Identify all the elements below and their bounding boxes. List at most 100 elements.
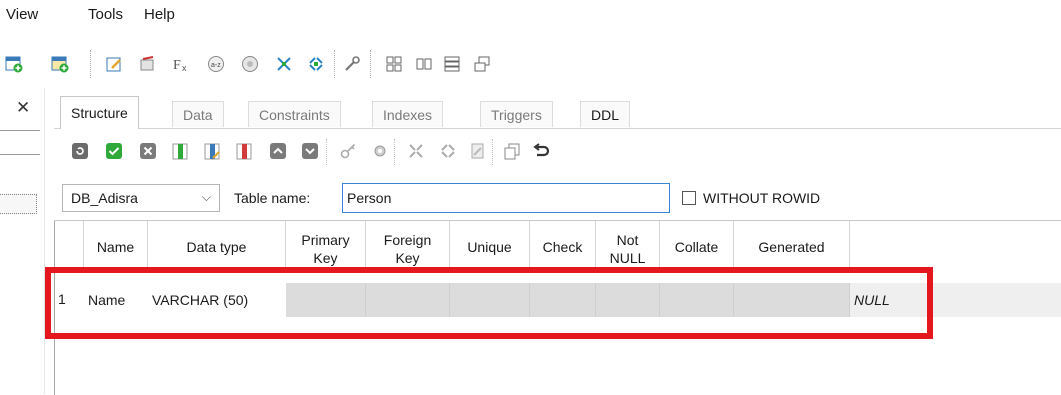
- cell-default[interactable]: NULL: [850, 283, 1061, 317]
- header-label: Unique: [467, 239, 512, 255]
- gear-icon[interactable]: [370, 141, 390, 161]
- header-name[interactable]: Name: [84, 221, 148, 273]
- chevron-down-icon: ⌵: [201, 190, 211, 204]
- move-up-icon[interactable]: [268, 141, 288, 161]
- wizard-icon[interactable]: [138, 54, 158, 74]
- edit-sql-icon[interactable]: [104, 54, 124, 74]
- header-label: Foreign: [383, 232, 432, 248]
- key-icon[interactable]: [338, 141, 358, 161]
- header-data-type[interactable]: Data type: [148, 221, 286, 273]
- toolbar-separator: [492, 139, 493, 165]
- table-name-input[interactable]: [342, 183, 670, 213]
- table-name-row: DB_Adisra ⌵ Table name: WITHOUT ROWID: [54, 182, 1061, 216]
- undo-icon[interactable]: [532, 141, 552, 161]
- cell-collate[interactable]: [660, 283, 734, 317]
- editor-tabs: Structure Data Constraints Indexes Trigg…: [54, 96, 1061, 129]
- cell-value: NULL: [854, 292, 890, 308]
- add-table-icon[interactable]: [4, 54, 24, 74]
- row-number: 1: [58, 291, 66, 307]
- join-column-icon[interactable]: [438, 141, 458, 161]
- object-icon[interactable]: [240, 54, 260, 74]
- header-collate[interactable]: Collate: [660, 221, 734, 273]
- windows-icon[interactable]: [472, 54, 492, 74]
- svg-text:F: F: [173, 58, 181, 73]
- function-icon[interactable]: Fx: [172, 54, 192, 74]
- header-unique[interactable]: Unique: [450, 221, 530, 273]
- tab-data[interactable]: Data: [172, 101, 224, 127]
- header-label: Generated: [758, 239, 825, 255]
- tab-label: Data: [183, 106, 213, 123]
- cell-data-type[interactable]: VARCHAR (50): [148, 283, 286, 317]
- edit-table-icon[interactable]: [50, 54, 70, 74]
- table-name-label: Table name:: [234, 190, 311, 206]
- tab-label: Structure: [71, 105, 128, 121]
- cell-check[interactable]: [530, 283, 596, 317]
- cell-unique[interactable]: [450, 283, 530, 317]
- panel-filter-box[interactable]: [0, 194, 37, 214]
- cell-value: Name: [88, 292, 126, 308]
- header-generated[interactable]: Generated: [734, 221, 850, 273]
- panel-divider: [0, 154, 40, 155]
- edit-column-icon[interactable]: [202, 141, 222, 161]
- header-label: NULL: [609, 250, 646, 266]
- header-not-null[interactable]: Not NULL: [596, 221, 660, 273]
- tab-ddl[interactable]: DDL: [580, 101, 631, 127]
- header-label: Name: [96, 239, 135, 255]
- close-icon[interactable]: ✕: [16, 98, 30, 118]
- header-label: Data type: [186, 239, 247, 255]
- tab-structure[interactable]: Structure: [60, 96, 139, 129]
- sort-icon[interactable]: a-z: [206, 54, 226, 74]
- cell-foreign-key[interactable]: [366, 283, 450, 317]
- paint-icon[interactable]: [468, 141, 488, 161]
- cell-primary-key[interactable]: [286, 283, 366, 317]
- header-foreign-key[interactable]: Foreign Key: [366, 221, 450, 273]
- copy-icon[interactable]: [502, 141, 522, 161]
- menu-view[interactable]: View: [6, 6, 38, 23]
- menu-bar: View Tools Help: [0, 0, 1061, 32]
- move-down-icon[interactable]: [300, 141, 320, 161]
- table-row[interactable]: 1 Name VARCHAR (50) NULL: [54, 283, 1061, 317]
- join-icon[interactable]: [306, 54, 326, 74]
- database-select[interactable]: DB_Adisra ⌵: [62, 184, 220, 212]
- menu-tools[interactable]: Tools: [88, 6, 123, 23]
- delete-column-icon[interactable]: [234, 141, 254, 161]
- tab-label: Constraints: [259, 106, 330, 123]
- header-label: Collate: [674, 239, 719, 255]
- header-label: Check: [542, 239, 583, 255]
- cell-name[interactable]: Name: [84, 283, 148, 317]
- svg-text:a-z: a-z: [211, 62, 221, 69]
- header-label: Not: [616, 232, 639, 248]
- add-column-icon[interactable]: [170, 141, 190, 161]
- columns-grid: Name Data type Primary Key Foreign Key Uni…: [54, 220, 1061, 395]
- tab-label: Indexes: [383, 106, 433, 123]
- column-view-icon[interactable]: [414, 54, 434, 74]
- structure-toolbar: [54, 133, 1061, 173]
- tab-indexes[interactable]: Indexes: [372, 101, 444, 127]
- cell-generated[interactable]: [734, 283, 850, 317]
- rollback-icon[interactable]: [138, 141, 158, 161]
- commit-icon[interactable]: [104, 141, 124, 161]
- database-select-value: DB_Adisra: [71, 190, 138, 206]
- header-check[interactable]: Check: [530, 221, 596, 273]
- header-primary-key[interactable]: Primary Key: [286, 221, 366, 273]
- menu-help[interactable]: Help: [144, 6, 175, 23]
- without-rowid-label: WITHOUT ROWID: [703, 190, 821, 206]
- left-panel: ✕: [0, 88, 45, 394]
- tab-triggers[interactable]: Triggers: [480, 101, 553, 127]
- panel-divider: [0, 130, 40, 131]
- tab-constraints[interactable]: Constraints: [248, 101, 341, 127]
- grid-tile-icon[interactable]: [384, 54, 404, 74]
- cell-value: VARCHAR (50): [152, 292, 249, 308]
- toolbar-separator: [370, 50, 371, 78]
- refresh-icon[interactable]: [70, 141, 90, 161]
- main-toolbar: Fx a-z: [0, 32, 1061, 88]
- cell-not-null[interactable]: [596, 283, 660, 317]
- split-column-icon[interactable]: [406, 141, 426, 161]
- tab-label: DDL: [591, 106, 620, 123]
- svg-text:x: x: [182, 63, 187, 73]
- without-rowid-checkbox[interactable]: [682, 191, 696, 205]
- row-view-icon[interactable]: [442, 54, 462, 74]
- toolbar-separator: [90, 50, 91, 78]
- wrench-icon[interactable]: [342, 54, 362, 74]
- split-icon[interactable]: [274, 54, 294, 74]
